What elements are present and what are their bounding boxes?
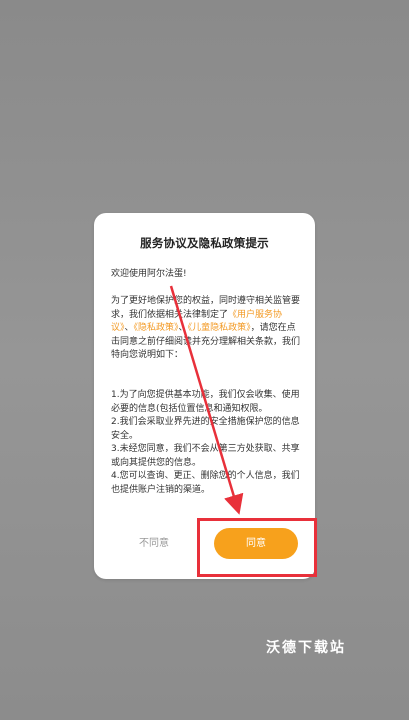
intro-paragraph: 为了更好地保护您的权益，同时遵守相关监管要求，我们依据相关法律制定了《用户服务协… [111,295,301,363]
terms-list: 1.为了向您提供基本功能，我们仅会收集、使用必要的信息(包括位置信息和通知权限。… [111,389,301,497]
greeting-text: 欢迎使用阿尔法蛋! [111,269,187,279]
watermark-text: 沃德下载站 [266,640,346,656]
annotation-highlight-box [197,518,317,577]
dialog-title: 服务协议及隐私政策提示 [140,236,269,250]
disagree-button[interactable]: 不同意 [112,528,196,559]
term-item-2: 2.我们会采取业界先进的安全措施保护您的信息安全。 [111,417,300,441]
term-item-1: 1.为了向您提供基本功能，我们仅会收集、使用必要的信息(包括位置信息和通知权限。 [111,390,300,414]
intro-separator-2: 、 [178,323,188,333]
term-item-4: 4.您可以查询、更正、删除您的个人信息，我们也提供账户注销的渠道。 [111,471,300,495]
privacy-policy-link[interactable]: 《隐私政策》 [134,323,179,333]
term-item-3: 3.未经您同意，我们不会从第三方处获取、共享或向其提供您的信息。 [111,444,300,468]
intro-separator-1: 、 [124,323,134,333]
child-privacy-policy-link[interactable]: 《儿童隐私政策》 [188,323,251,333]
